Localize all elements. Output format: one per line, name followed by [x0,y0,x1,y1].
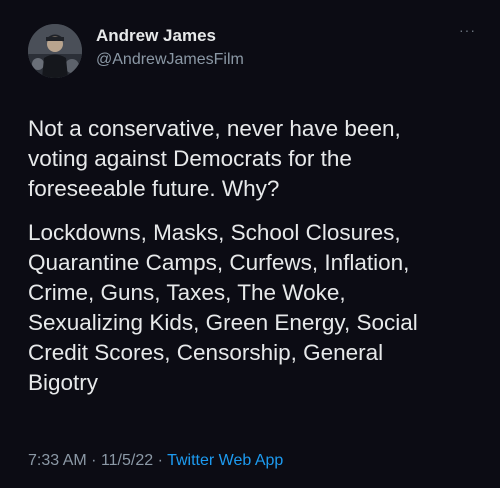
tweet-card: Andrew James @AndrewJamesFilm ··· Not a … [0,0,500,488]
avatar[interactable] [28,24,82,78]
author-name[interactable]: Andrew James [96,26,216,46]
meta-separator: · [91,452,97,469]
tweet-paragraph-1: Not a conservative, never have been, vot… [28,116,401,201]
tweet-source-link[interactable]: Twitter Web App [167,452,283,469]
tweet-text: Not a conservative, never have been, vot… [28,114,478,412]
tweet-metadata: 7:33 AM · 11/5/22 · Twitter Web App [28,452,283,470]
tweet-time[interactable]: 7:33 AM [28,452,87,469]
tweet-date[interactable]: 11/5/22 [101,452,153,469]
more-horizontal-icon[interactable]: ··· [459,22,476,38]
meta-separator: · [157,452,163,469]
author-handle[interactable]: @AndrewJamesFilm [96,51,244,69]
avatar-photo [28,24,82,78]
tweet-paragraph-2: Lockdowns, Masks, School Closures, Quara… [28,220,418,395]
